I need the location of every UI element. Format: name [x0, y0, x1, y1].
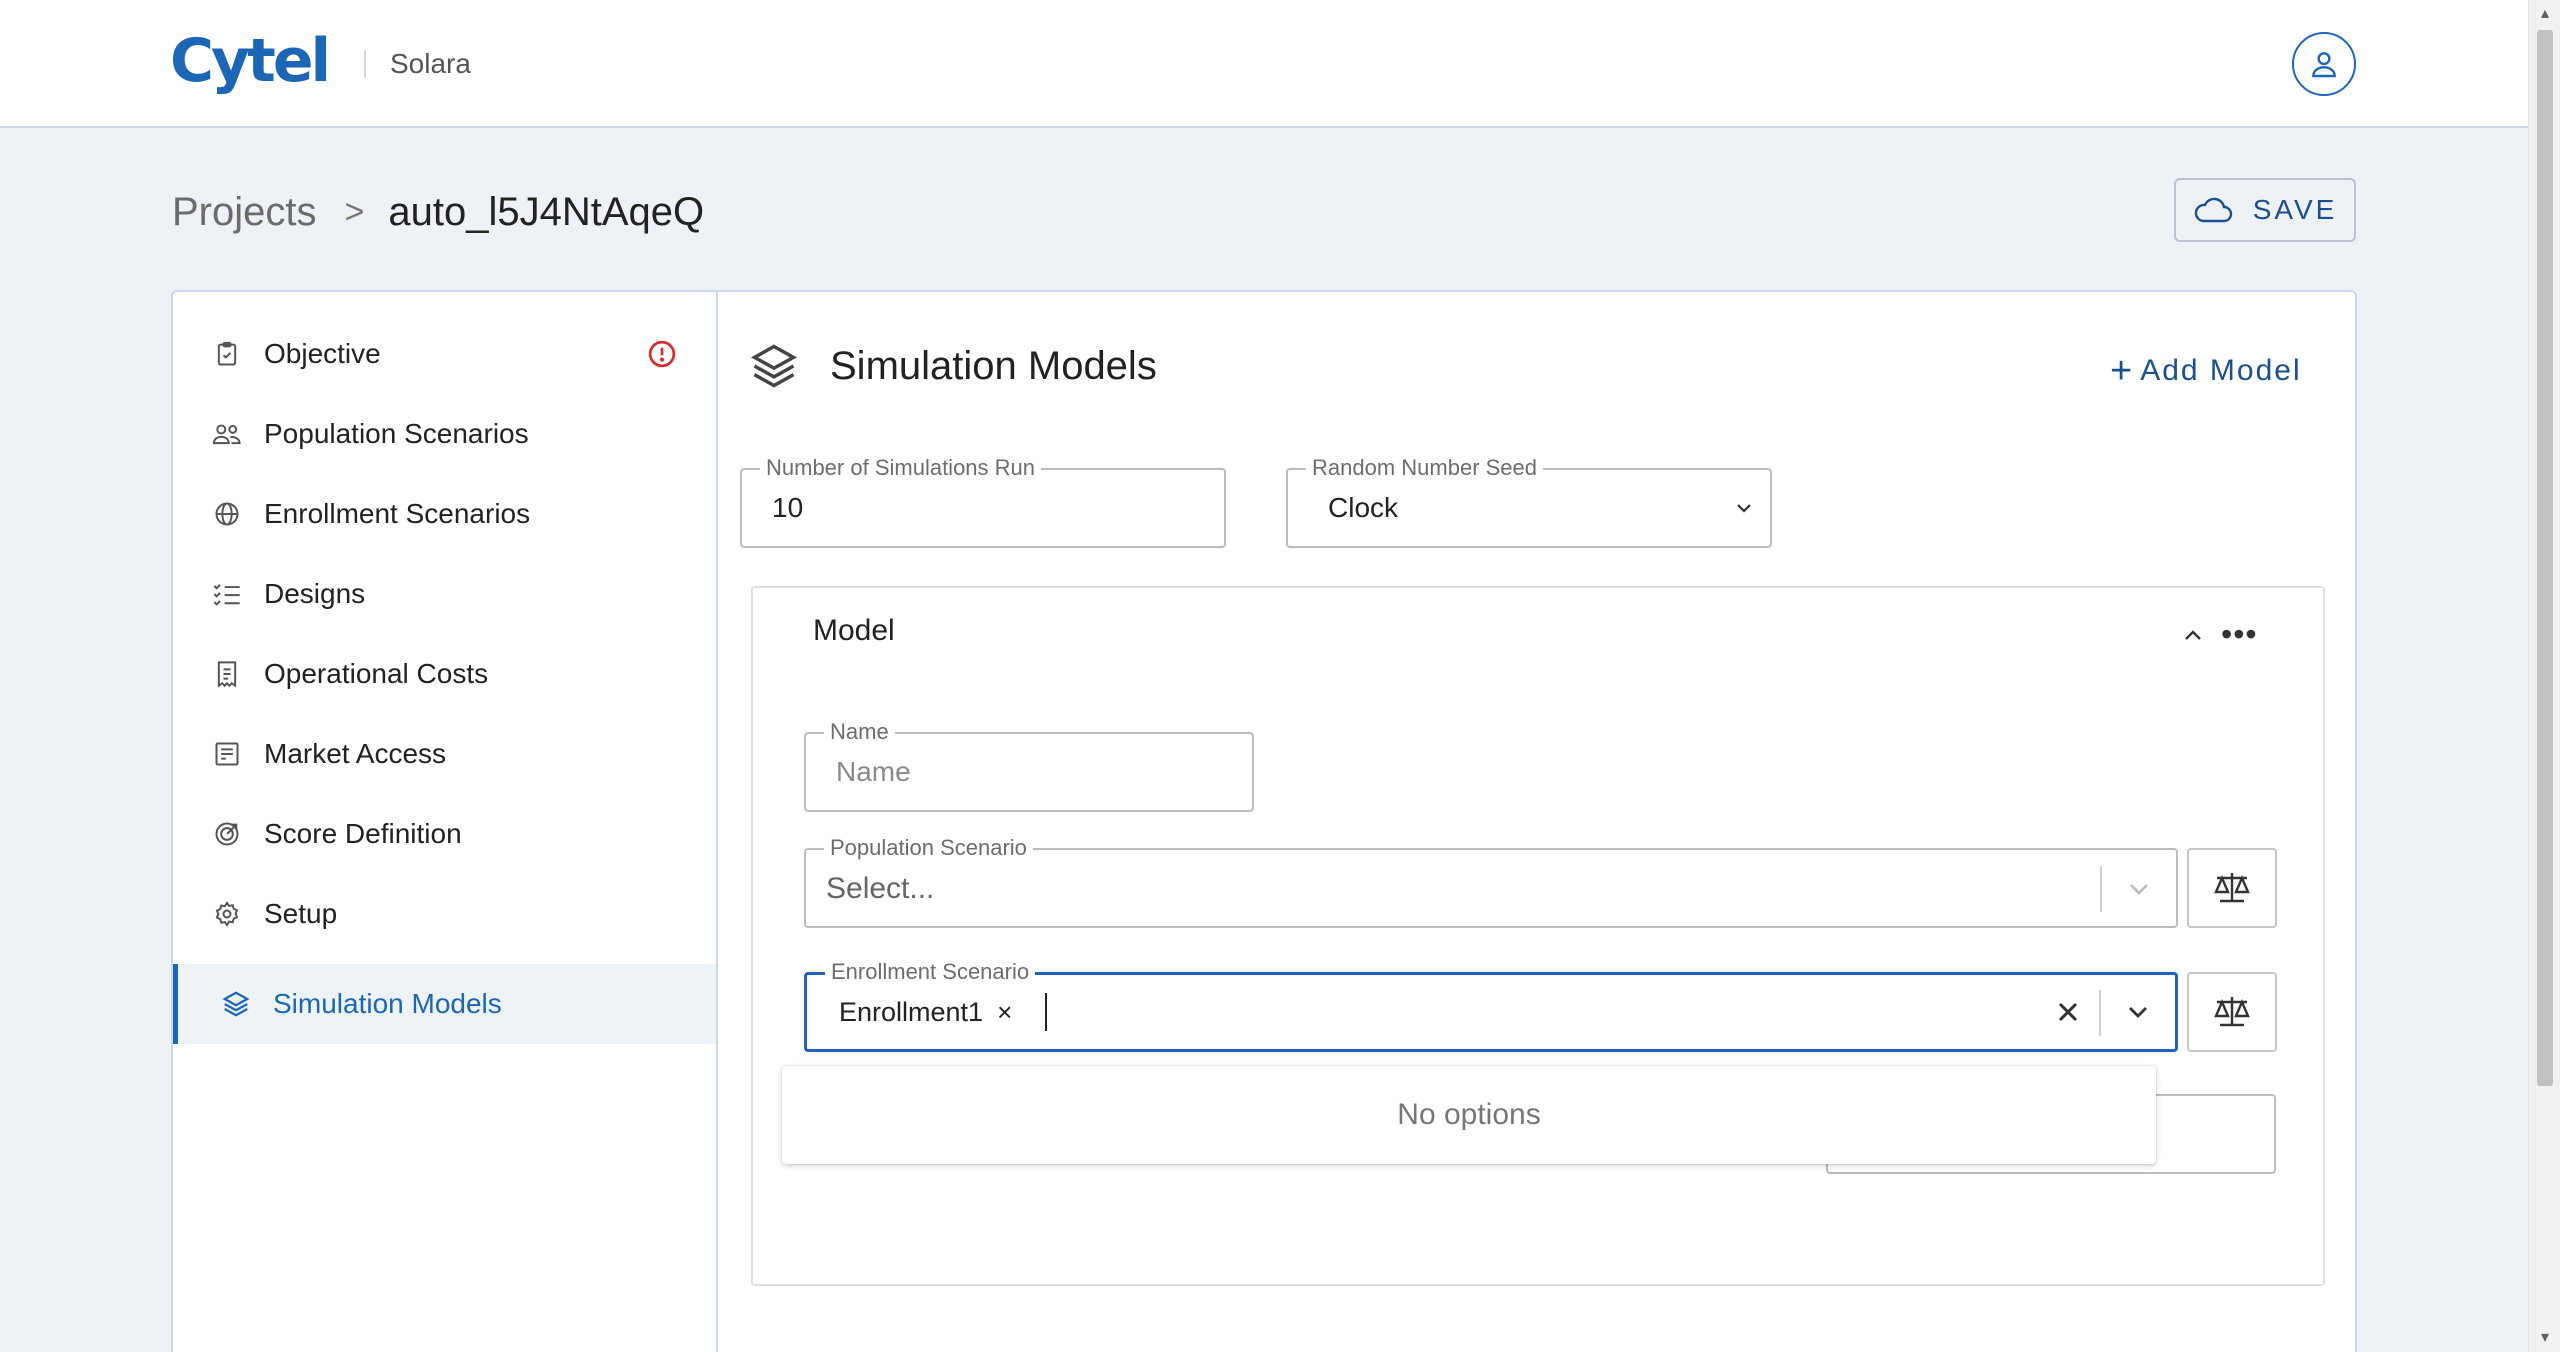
num-simulations-field[interactable]: Number of Simulations Run 10: [740, 456, 1226, 548]
scrollbar-thumb[interactable]: [2537, 30, 2553, 1086]
sidebar-item-label: Setup: [264, 898, 338, 929]
model-panel: Model ••• Name Name Population Scenario …: [751, 586, 2325, 1286]
sidebar-item-setup[interactable]: Setup: [173, 874, 716, 954]
app-name: Solara: [390, 48, 471, 79]
warning-icon: [648, 340, 676, 368]
breadcrumb-current-project: auto_l5J4NtAqeQ: [388, 190, 705, 234]
sidebar-item-label: Objective: [264, 338, 381, 369]
sidebar-item-label: Population Scenarios: [264, 418, 529, 449]
chevron-down-icon: [1737, 504, 1751, 513]
chevron-down-icon[interactable]: [2126, 878, 2152, 900]
model-panel-title: Model: [813, 614, 895, 647]
layers-icon: [750, 344, 798, 388]
sidebar-item-score-definition[interactable]: Score Definition: [173, 794, 716, 874]
breadcrumb: Projects > auto_l5J4NtAqeQ: [172, 190, 704, 235]
sidebar: Objective Population Scenarios Enrollmen…: [173, 292, 718, 1352]
sidebar-item-designs[interactable]: Designs: [173, 554, 716, 634]
more-options-icon[interactable]: •••: [2221, 616, 2258, 653]
no-options-message: No options: [1397, 1098, 1541, 1131]
enrollment-compare-button[interactable]: [2187, 972, 2277, 1052]
sidebar-item-label: Operational Costs: [264, 658, 489, 689]
enrollment-options-dropdown: No options: [782, 1066, 2156, 1164]
target-icon: [211, 818, 243, 850]
indicator-separator: [2100, 866, 2102, 912]
field-value: Clock: [1328, 492, 1399, 523]
balance-scale-icon: [2214, 873, 2250, 903]
main-content: Simulation Models + Add Model Number of …: [720, 292, 2355, 1352]
page-title: Simulation Models: [830, 344, 1157, 388]
sidebar-item-operational-costs[interactable]: Operational Costs: [173, 634, 716, 714]
add-model-button[interactable]: + Add Model: [2110, 350, 2302, 392]
field-value: 10: [772, 492, 804, 523]
sidebar-item-simulation-models[interactable]: Simulation Models: [173, 964, 716, 1044]
field-label: Random Number Seed: [1306, 456, 1544, 480]
save-button[interactable]: SAVE: [2174, 178, 2356, 242]
user-avatar-button[interactable]: [2292, 32, 2356, 96]
clear-icon[interactable]: [2055, 999, 2081, 1025]
people-icon: [211, 418, 243, 450]
field-label: Name: [824, 720, 895, 744]
breadcrumb-projects-link[interactable]: Projects: [172, 190, 317, 235]
plus-icon: +: [2110, 350, 2135, 392]
balance-scale-icon: [2214, 997, 2250, 1027]
field-placeholder: Select...: [826, 872, 935, 905]
selected-chip: Enrollment1 ×: [839, 997, 1012, 1028]
population-compare-button[interactable]: [2187, 848, 2277, 928]
sidebar-item-label: Designs: [264, 578, 366, 609]
logo-divider: [364, 50, 366, 78]
chevron-down-icon[interactable]: [2125, 1001, 2151, 1023]
sidebar-item-enrollment-scenarios[interactable]: Enrollment Scenarios: [173, 474, 716, 554]
sidebar-item-label: Market Access: [264, 738, 447, 769]
model-name-field[interactable]: Name Name: [804, 720, 1254, 812]
field-placeholder: Name: [836, 756, 911, 787]
add-model-label: Add Model: [2140, 354, 2302, 387]
clipboard-check-icon: [211, 338, 243, 370]
sidebar-item-objective[interactable]: Objective: [173, 314, 716, 394]
sidebar-item-market-access[interactable]: Market Access: [173, 714, 716, 794]
field-label: Population Scenario: [824, 836, 1033, 860]
enrollment-scenario-select[interactable]: Enrollment Scenario Enrollment1 ×: [804, 960, 2178, 1052]
layers-icon: [220, 988, 252, 1020]
checklist-icon: [211, 578, 243, 610]
project-card: Objective Population Scenarios Enrollmen…: [171, 290, 2357, 1352]
user-icon: [2312, 52, 2336, 78]
sidebar-item-population-scenarios[interactable]: Population Scenarios: [173, 394, 716, 474]
building-icon: [211, 738, 243, 770]
text-cursor: [1045, 993, 1047, 1031]
indicator-separator: [2099, 990, 2101, 1036]
chip-label: Enrollment1: [839, 997, 984, 1027]
cloud-icon: [2194, 197, 2232, 223]
field-label: Enrollment Scenario: [825, 960, 1036, 984]
cytel-logo[interactable]: Cytel: [170, 26, 331, 96]
breadcrumb-separator: >: [344, 193, 365, 231]
scroll-down-arrow-icon[interactable]: ▾: [2537, 1330, 2553, 1346]
top-navigation-bar: Cytel Solara: [0, 0, 2528, 128]
sidebar-item-label: Score Definition: [264, 818, 462, 849]
receipt-icon: [211, 658, 243, 690]
gear-icon: [211, 898, 243, 930]
globe-icon: [211, 498, 243, 530]
sidebar-item-label: Simulation Models: [273, 988, 502, 1019]
chevron-up-icon[interactable]: [2181, 626, 2205, 644]
page-scrollbar[interactable]: ▴ ▾: [2528, 0, 2560, 1352]
scroll-up-arrow-icon[interactable]: ▴: [2537, 6, 2553, 22]
sidebar-item-label: Enrollment Scenarios: [264, 498, 531, 529]
chip-remove-icon[interactable]: ×: [997, 997, 1012, 1028]
field-label: Number of Simulations Run: [760, 456, 1042, 480]
population-scenario-select[interactable]: Population Scenario Select...: [804, 836, 2178, 928]
save-button-label: SAVE: [2252, 194, 2338, 225]
random-seed-select[interactable]: Random Number Seed Clock: [1286, 456, 1772, 548]
